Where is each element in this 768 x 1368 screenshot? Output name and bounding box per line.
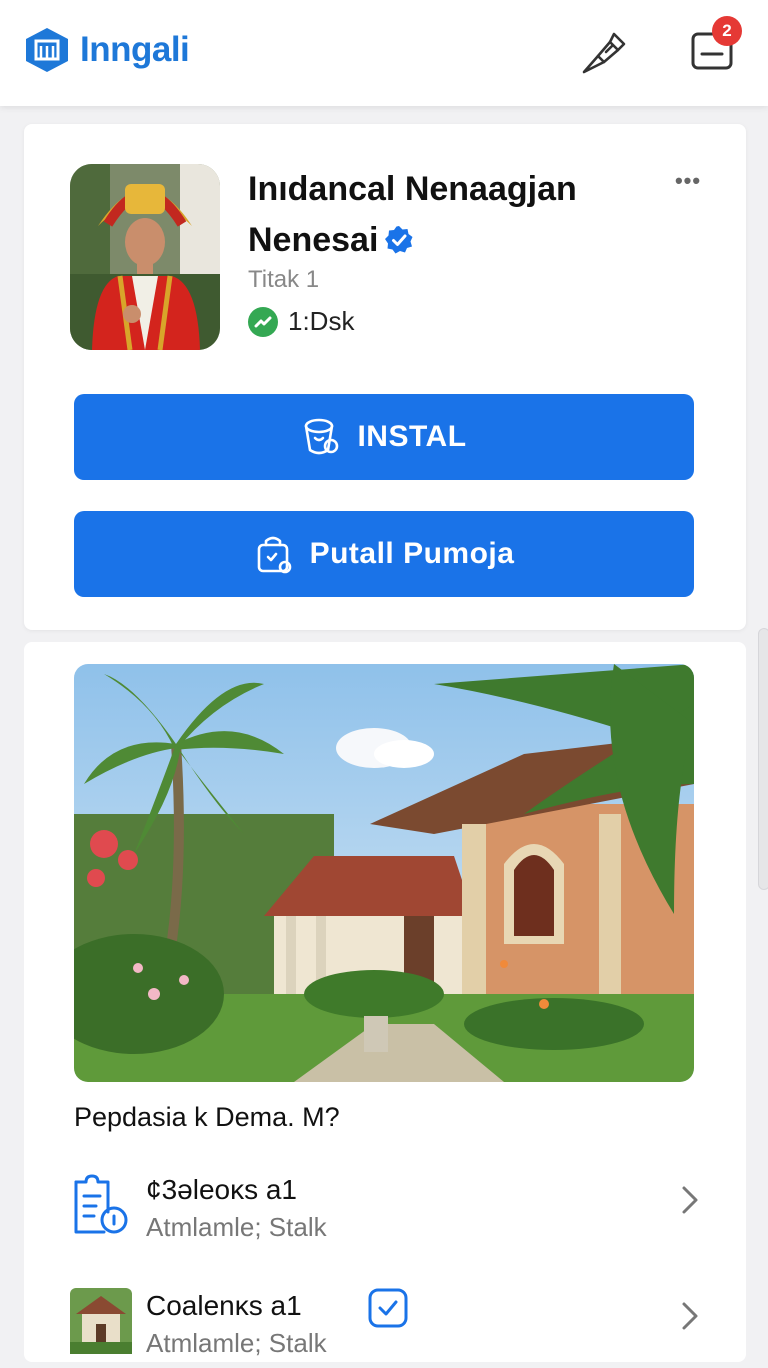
app-stat: 1:Dsk	[248, 306, 354, 337]
list-item-title: Coalenκs a1	[146, 1290, 302, 1321]
chevron-right-icon	[682, 1186, 698, 1214]
question-text: Pepdasia k Dema. M?	[74, 1102, 340, 1132]
package-icon	[305, 418, 339, 455]
verified-badge-icon	[385, 226, 413, 254]
notification-badge: 2	[712, 16, 742, 46]
app-icon	[70, 164, 220, 350]
trending-icon	[248, 306, 278, 337]
tools-icon[interactable]	[578, 28, 628, 76]
shopping-bag-icon	[257, 536, 291, 574]
list-item[interactable]: ¢3əleoκs a1 Atmlamle; Stalk	[70, 1162, 710, 1252]
purchase-button[interactable]: Putall Pumoja	[74, 511, 694, 597]
checkbox-checked-icon[interactable]	[368, 1288, 408, 1328]
app-header: Inngali 2	[0, 0, 768, 106]
app-details-card: Inıdancal Nenaagjan Nenesai ••• Titak 1 …	[24, 124, 746, 630]
list-item[interactable]: Coalenκs a1 Atmlamle; Stalk	[70, 1278, 710, 1368]
hero-image[interactable]	[74, 664, 694, 1082]
app-title: Inıdancal Nenaagjan Nenesai	[248, 164, 668, 266]
install-button-label: INSTAL	[357, 420, 467, 453]
install-button[interactable]: INSTAL	[74, 394, 694, 480]
scrollbar-handle[interactable]	[758, 628, 768, 890]
list-item-title: ¢3əleoκs a1	[146, 1174, 298, 1205]
brand[interactable]: Inngali	[24, 26, 190, 74]
stat-text: 1:Dsk	[288, 306, 355, 336]
purchase-button-label: Putall Pumoja	[309, 537, 515, 570]
list-item-subtitle: Atmlamle; Stalk	[146, 1212, 327, 1242]
brand-name: Inngali	[80, 30, 190, 69]
garden-house-image	[74, 664, 694, 1082]
chevron-right-icon	[682, 1302, 698, 1330]
app-title-line2: Nenesai	[248, 221, 379, 259]
brand-logo-icon	[26, 28, 68, 72]
house-thumbnail	[70, 1288, 132, 1354]
app-subtitle: Titak 1	[248, 266, 320, 293]
app-title-line1: Inıdancal Nenaagjan	[248, 170, 577, 208]
document-info-icon	[74, 1174, 128, 1234]
more-options-button[interactable]: •••	[672, 168, 704, 193]
content-card: Pepdasia k Dema. M? ¢3əleoκs a1 Atmlamle…	[24, 642, 746, 1362]
performer-portrait-image	[70, 164, 220, 350]
